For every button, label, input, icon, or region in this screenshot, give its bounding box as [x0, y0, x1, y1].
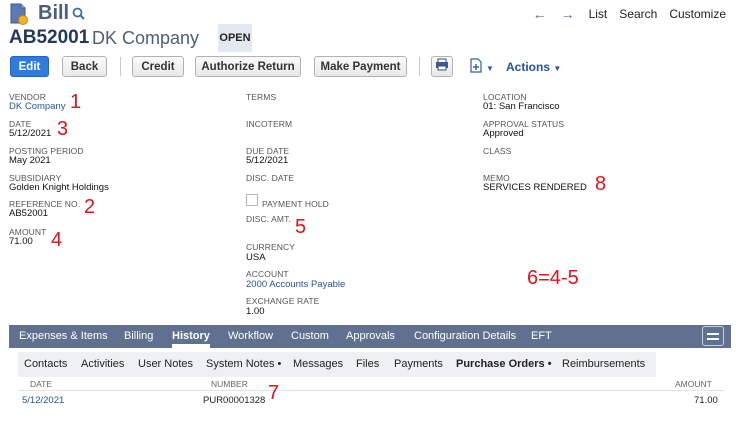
- disc-date-label: Disc. Date: [246, 173, 295, 183]
- tab-eft[interactable]: EFT: [531, 330, 552, 342]
- new-record-button[interactable]: ▼: [469, 57, 494, 79]
- toolbar-divider: [419, 57, 420, 76]
- subtab-messages[interactable]: Messages: [293, 358, 343, 370]
- search-link[interactable]: Search: [619, 7, 657, 21]
- column-header-date: DATE: [30, 379, 53, 389]
- subsidiary-value: Golden Knight Holdings: [9, 182, 109, 193]
- back-arrow-icon[interactable]: ←: [533, 6, 547, 22]
- authorize-return-button[interactable]: Authorize Return: [195, 56, 301, 77]
- location-value: 01: San Francisco: [483, 101, 560, 112]
- column-header-number: NUMBER: [211, 379, 248, 389]
- actions-menu[interactable]: Actions ▼: [506, 60, 561, 74]
- tab-layout-menu-button[interactable]: [702, 326, 724, 346]
- posting-period-value: May 2021: [9, 155, 51, 166]
- bill-record-icon: [10, 3, 28, 25]
- printer-icon: [435, 58, 449, 76]
- list-link[interactable]: List: [589, 7, 608, 21]
- menu-bar-icon: [707, 337, 719, 340]
- print-button[interactable]: [431, 56, 453, 77]
- edit-button[interactable]: Edit: [10, 56, 49, 77]
- date-value: 5/12/2021: [9, 128, 52, 139]
- actions-label: Actions: [506, 60, 551, 74]
- disc-amt-label: Disc. Amt.: [246, 214, 291, 224]
- subtab-reimbursements[interactable]: Reimbursements: [562, 358, 645, 370]
- status-badge: OPEN: [218, 24, 252, 52]
- toolbar-divider: [120, 57, 121, 76]
- memo-value: SERVICES RENDERED: [483, 182, 587, 193]
- subtab-activities[interactable]: Activities: [81, 358, 124, 370]
- subtab-payments[interactable]: Payments: [394, 358, 443, 370]
- search-icon[interactable]: [72, 7, 85, 25]
- subtab-user-notes[interactable]: User Notes: [138, 358, 193, 370]
- tab-expenses-items[interactable]: Expenses & Items: [19, 330, 108, 342]
- subtab-contacts[interactable]: Contacts: [24, 358, 67, 370]
- subtab-purchase-orders[interactable]: Purchase Orders •: [456, 358, 552, 370]
- annotation-8: 8: [595, 173, 607, 195]
- exchange-rate-value: 1.00: [246, 306, 265, 317]
- new-document-icon: [469, 57, 485, 79]
- page-type-title: Bill: [38, 2, 70, 24]
- tab-billing[interactable]: Billing: [124, 330, 153, 342]
- make-payment-button[interactable]: Make Payment: [314, 56, 407, 77]
- po-row-date-link[interactable]: 5/12/2021: [22, 395, 64, 406]
- vendor-link[interactable]: DK Company: [9, 101, 66, 112]
- annotation-1: 1: [70, 91, 82, 113]
- customize-link[interactable]: Customize: [669, 7, 726, 21]
- tab-history[interactable]: History: [172, 330, 210, 348]
- currency-value: USA: [246, 252, 266, 263]
- back-button[interactable]: Back: [62, 56, 107, 77]
- annotation-4: 4: [51, 229, 63, 251]
- chevron-down-icon: ▼: [553, 64, 562, 73]
- subtab-files[interactable]: Files: [356, 358, 379, 370]
- credit-button[interactable]: Credit: [132, 56, 184, 77]
- annotation-5: 5: [295, 216, 307, 238]
- incoterm-label: Incoterm: [246, 119, 293, 129]
- table-header-divider: [18, 390, 724, 391]
- annotation-3: 3: [57, 118, 69, 140]
- terms-label: Terms: [246, 92, 277, 102]
- tab-workflow[interactable]: Workflow: [228, 330, 273, 342]
- annotation-6: 6=4-5: [527, 267, 579, 289]
- annotation-2: 2: [84, 196, 96, 218]
- menu-bar-icon: [707, 332, 719, 335]
- account-label: Account: [246, 269, 289, 279]
- record-id: AB52001: [9, 27, 90, 48]
- reference-no-value: AB52001: [9, 208, 49, 219]
- class-label: Class: [483, 146, 512, 156]
- approval-status-value: Approved: [483, 128, 524, 139]
- amount-value: 71.00: [9, 236, 33, 247]
- payment-hold-checkbox[interactable]: [246, 194, 258, 206]
- account-link[interactable]: 2000 Accounts Payable: [246, 279, 345, 290]
- top-navigation: ← → List Search Customize: [533, 6, 726, 22]
- subtab-system-notes[interactable]: System Notes •: [206, 358, 281, 370]
- currency-label: Currency: [246, 242, 295, 252]
- column-header-amount: AMOUNT: [675, 379, 712, 389]
- record-name: DK Company: [92, 28, 200, 48]
- chevron-down-icon: ▼: [486, 63, 494, 73]
- annotation-7: 7: [268, 382, 280, 404]
- po-row-number: PUR00001328: [203, 395, 266, 406]
- payment-hold-label: Payment Hold: [262, 199, 329, 209]
- forward-arrow-icon[interactable]: →: [561, 6, 575, 22]
- po-row-amount: 71.00: [694, 395, 718, 406]
- due-date-value: 5/12/2021: [246, 155, 289, 166]
- tab-custom[interactable]: Custom: [291, 330, 329, 342]
- tab-approvals[interactable]: Approvals: [346, 330, 395, 342]
- exchange-rate-label: Exchange Rate: [246, 296, 320, 306]
- tab-configuration-details[interactable]: Configuration Details: [414, 330, 516, 342]
